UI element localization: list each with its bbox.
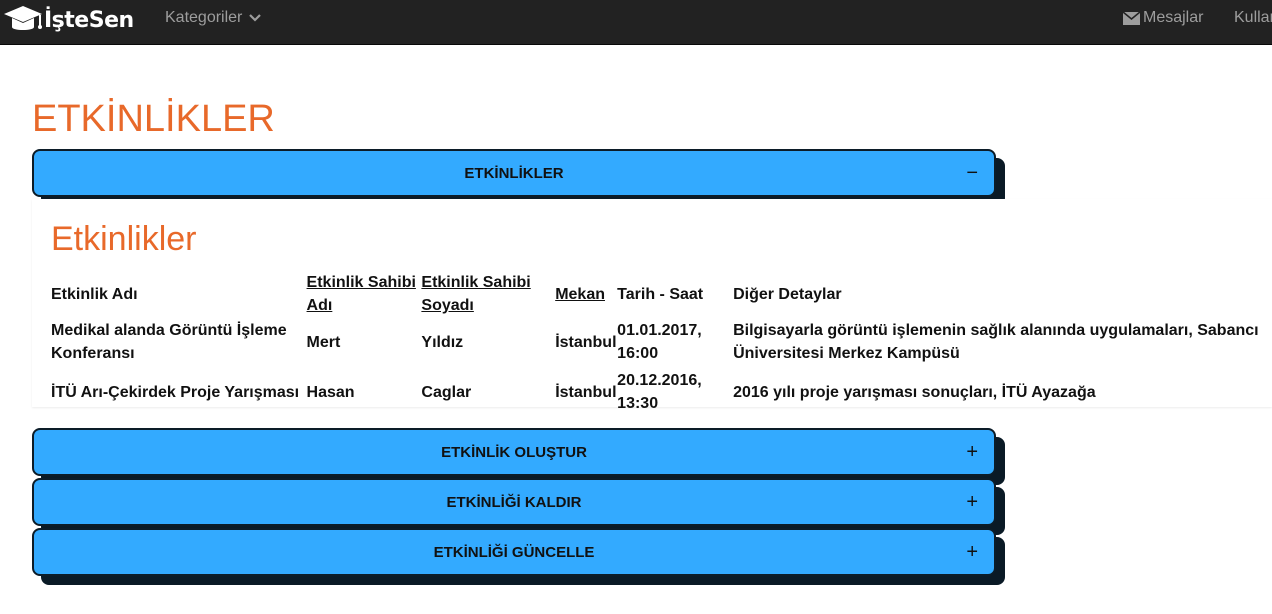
- column-header-event-name: Etkinlik Adı: [51, 285, 138, 303]
- expand-icon: +: [966, 441, 978, 463]
- column-header-owner-last-name[interactable]: Etkinlik Sahibi Soyadı: [421, 271, 555, 319]
- table-header-row: Etkinlik Adı Etkinlik Sahibi Adı Etkinli…: [51, 271, 1272, 319]
- sort-link-venue[interactable]: Mekan: [555, 286, 605, 303]
- graduation-cap-icon: [4, 6, 42, 30]
- expand-icon: +: [966, 541, 978, 563]
- accordion-header-remove-event[interactable]: ETKİNLİĞİ KALDIR +: [32, 478, 996, 526]
- events-panel: Etkinlikler Etkinlik Adı Etkinlik Sahibi…: [32, 199, 1272, 412]
- categories-label: Kategoriler: [165, 9, 243, 26]
- cell-event-name: Medikal alanda Görüntü İşleme Konferansı: [51, 322, 287, 362]
- accordion-label: ETKİNLİK OLUŞTUR: [441, 443, 587, 461]
- cell-owner-last-name: Yıldız: [421, 333, 464, 351]
- cell-owner-last-name: Caglar: [421, 383, 472, 401]
- sort-link-owner-first-name[interactable]: Etkinlik Sahibi Adı: [307, 274, 416, 314]
- events-table: Etkinlik Adı Etkinlik Sahibi Adı Etkinli…: [51, 271, 1272, 419]
- expand-icon: +: [966, 491, 978, 513]
- messages-label: Mesajlar: [1143, 9, 1204, 26]
- cell-details: 2016 yılı proje yarışması sonuçları, İTÜ…: [733, 383, 1096, 401]
- user-menu-link[interactable]: Kullan: [1234, 9, 1272, 27]
- cell-event-name: İTÜ Arı-Çekirdek Proje Yarışması: [51, 383, 300, 401]
- accordion-label: ETKİNLİKLER: [464, 164, 564, 182]
- cell-date-time: 01.01.2017, 16:00: [617, 322, 702, 362]
- accordion-events: ETKİNLİKLER −: [32, 149, 1005, 206]
- events-section-title: Etkinlikler: [51, 220, 197, 258]
- brand-name: İşteSen: [44, 7, 134, 33]
- column-header-owner-first-name[interactable]: Etkinlik Sahibi Adı: [307, 271, 422, 319]
- sort-link-owner-last-name[interactable]: Etkinlik Sahibi Soyadı: [421, 274, 530, 314]
- collapse-icon: −: [966, 162, 978, 184]
- accordion-header-update-event[interactable]: ETKİNLİĞİ GÜNCELLE +: [32, 528, 996, 576]
- cell-owner-first-name: Hasan: [306, 383, 355, 401]
- table-row: İTÜ Arı-Çekirdek Proje Yarışması Hasan C…: [51, 369, 1272, 419]
- accordion-update-event: ETKİNLİĞİ GÜNCELLE +: [32, 528, 1005, 585]
- column-header-venue[interactable]: Mekan: [555, 271, 617, 319]
- brand-logo[interactable]: İşteSen: [2, 2, 134, 38]
- top-navbar: İşteSen Kategoriler Mesajlar Kullan: [0, 0, 1272, 45]
- accordion-create-event: ETKİNLİK OLUŞTUR +: [32, 428, 1005, 485]
- envelope-icon: [1123, 11, 1140, 25]
- accordion-header-create-event[interactable]: ETKİNLİK OLUŞTUR +: [32, 428, 996, 476]
- chevron-down-icon: [249, 14, 262, 22]
- accordion-label: ETKİNLİĞİ KALDIR: [446, 493, 582, 511]
- table-row: Medikal alanda Görüntü İşleme Konferansı…: [51, 319, 1272, 369]
- cell-owner-first-name: Mert: [306, 333, 341, 351]
- accordion-header-events[interactable]: ETKİNLİKLER −: [32, 149, 996, 197]
- cell-date-time: 20.12.2016, 13:30: [617, 372, 702, 412]
- column-header-details: Diğer Detaylar: [733, 285, 842, 303]
- messages-link[interactable]: Mesajlar: [1123, 9, 1203, 27]
- column-header-date-time: Tarih - Saat: [617, 285, 704, 303]
- categories-dropdown[interactable]: Kategoriler: [165, 9, 262, 27]
- cell-venue: İstanbul: [555, 333, 617, 351]
- accordion-label: ETKİNLİĞİ GÜNCELLE: [433, 543, 595, 561]
- user-label: Kullan: [1234, 9, 1272, 26]
- cell-details: Bilgisayarla görüntü işlemenin sağlık al…: [733, 322, 1259, 362]
- page-title: ETKİNLİKLER: [32, 98, 275, 140]
- cell-venue: İstanbul: [555, 383, 617, 401]
- accordion-remove-event: ETKİNLİĞİ KALDIR +: [32, 478, 1005, 535]
